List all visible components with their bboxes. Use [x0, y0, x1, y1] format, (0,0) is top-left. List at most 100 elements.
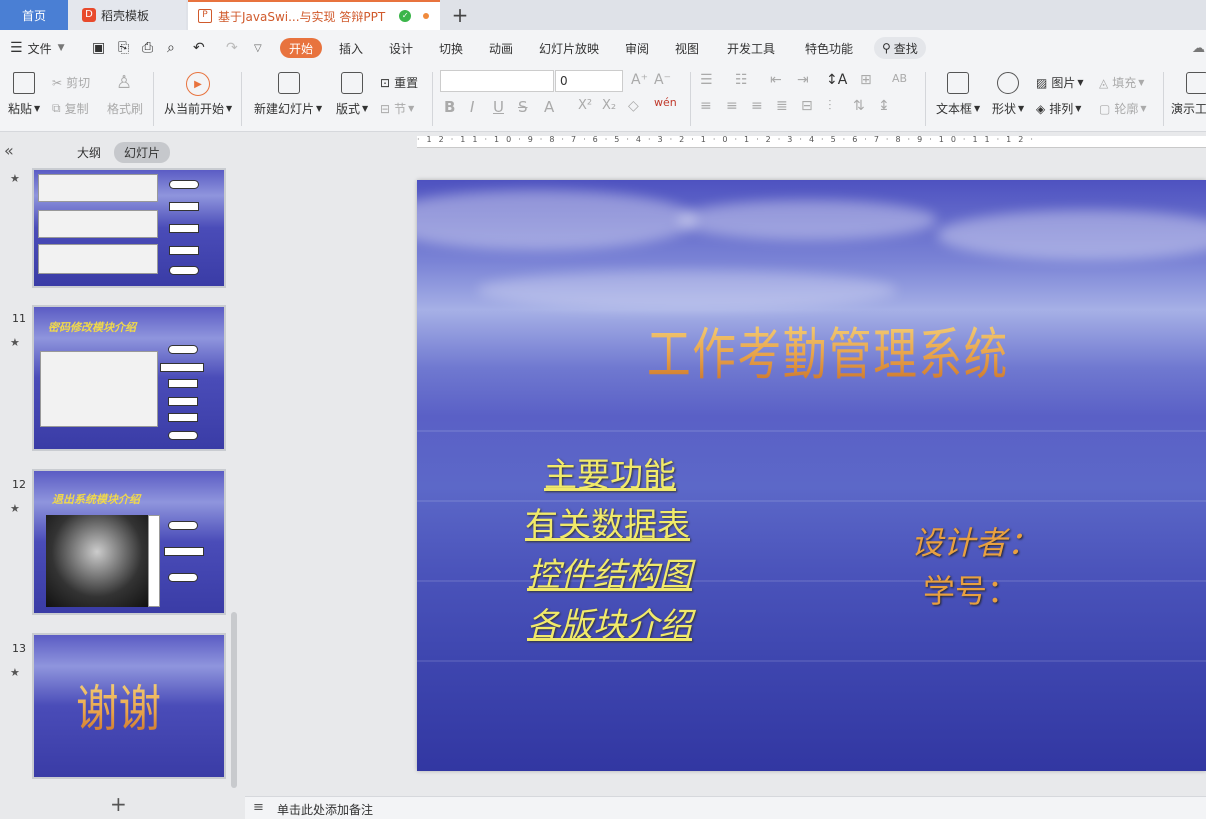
copy-icon: ⧉	[52, 101, 61, 115]
line-spacing-icon[interactable]: ⊞	[860, 72, 872, 88]
animation-star-icon: ★	[10, 666, 20, 679]
link-main-functions[interactable]: 主要功能	[544, 448, 676, 496]
menu-special[interactable]: 特色功能	[805, 30, 853, 66]
strikethrough-icon[interactable]: S	[518, 98, 528, 116]
align-left-icon[interactable]: ≡	[700, 98, 712, 114]
paragraph-spacing-icon[interactable]: ↨	[878, 98, 890, 114]
tab-document[interactable]: P 基于JavaSwi...与实现 答辩PPT ✓	[188, 0, 440, 30]
divider	[432, 72, 433, 126]
menu-transition[interactable]: 切换	[439, 30, 463, 66]
format-painter-button[interactable]: 格式刷	[107, 100, 143, 117]
tab-outline[interactable]: 大纲	[77, 144, 101, 161]
decrease-indent-icon[interactable]: ⇤	[770, 72, 782, 88]
designer-label[interactable]: 设计者：	[911, 518, 1039, 564]
tab-home[interactable]: 首页	[0, 0, 68, 30]
increase-font-icon[interactable]: A⁺	[631, 72, 648, 88]
bold-icon[interactable]: B	[444, 98, 455, 116]
font-color-icon[interactable]: A	[544, 98, 554, 116]
cut-button[interactable]: ✂ 剪切	[52, 74, 90, 91]
decrease-font-icon[interactable]: A⁻	[654, 72, 671, 88]
link-module-intro[interactable]: 各版块介绍	[527, 598, 692, 646]
fill-button[interactable]: ◬ 填充 ▼	[1099, 74, 1144, 91]
search-box[interactable]: ⚲ 查找	[874, 37, 926, 59]
notes-bar[interactable]: ≡ 单击此处添加备注	[245, 796, 1206, 819]
saved-check-icon: ✓	[399, 10, 412, 22]
italic-icon[interactable]: I	[470, 98, 474, 116]
menu-review[interactable]: 审阅	[625, 30, 649, 66]
clear-format-icon[interactable]: ◇	[628, 98, 639, 114]
text-direction-icon[interactable]: ↕A	[826, 72, 847, 88]
thumbnail-title: 密码修改模块介绍	[48, 321, 136, 334]
chevron-down-icon: ▼	[57, 43, 65, 53]
tab-daoke-templates[interactable]: D 稻壳模板	[68, 0, 186, 30]
copy-button[interactable]: ⧉ 复制	[52, 100, 89, 117]
current-slide[interactable]: 工作考勤管理系统 主要功能 有关数据表 控件结构图 各版块介绍 设计者： 学号：	[417, 180, 1206, 771]
menu-developer[interactable]: 开发工具	[727, 30, 775, 66]
divider	[1163, 72, 1164, 126]
phonetic-icon[interactable]: wén	[654, 96, 677, 109]
picture-button[interactable]: ▨ 图片 ▼	[1036, 74, 1084, 91]
panel-scrollbar[interactable]	[231, 612, 237, 788]
picture-icon: ▨	[1036, 75, 1048, 90]
increase-indent-icon[interactable]: ⇥	[797, 72, 809, 88]
export-icon[interactable]: ⎘	[118, 30, 129, 66]
redo-icon[interactable]: ↷	[226, 30, 238, 66]
align-center-icon[interactable]: ≡	[726, 98, 738, 114]
slide-thumbnail-11[interactable]: 密码修改模块介绍	[32, 305, 226, 451]
distribute-icon[interactable]: ⊟	[801, 98, 813, 114]
print-icon[interactable]: ⎙	[142, 30, 153, 66]
layout-button[interactable]: 版式 ▼	[336, 100, 368, 117]
cloud-icon[interactable]: ☁	[1192, 30, 1205, 66]
row-spacing-icon[interactable]: ⇅	[853, 98, 865, 114]
menu-start[interactable]: 开始	[280, 38, 323, 58]
shape-button[interactable]: 形状 ▼	[992, 100, 1024, 117]
link-control-structure[interactable]: 控件结构图	[527, 548, 692, 596]
notes-placeholder: 单击此处添加备注	[277, 803, 374, 817]
file-menu[interactable]: ☰ 文件 ▼	[10, 30, 65, 66]
cloud-decor	[417, 190, 697, 250]
presenter-button[interactable]: 演示工	[1171, 100, 1206, 117]
font-size-select[interactable]: 0	[555, 70, 623, 92]
subscript-icon[interactable]: X₂	[602, 98, 616, 113]
slide-thumbnail-10[interactable]	[32, 168, 226, 288]
column-icon[interactable]: ⫶	[828, 98, 832, 114]
save-icon[interactable]: ▣	[92, 30, 105, 66]
slide-thumbnail-13[interactable]: 谢谢	[32, 633, 226, 779]
new-tab-button[interactable]: +	[446, 0, 474, 30]
undo-icon[interactable]: ↶	[193, 30, 205, 66]
print-preview-icon[interactable]: ⌕	[167, 30, 175, 66]
paste-button[interactable]: 粘贴 ▼	[8, 100, 40, 117]
slide-title[interactable]: 工作考勤管理系统	[647, 310, 1009, 391]
slide-thumbnail-12[interactable]: 退出系统模块介绍	[32, 469, 226, 615]
slide-panel: « 大纲 幻灯片 ★ 11 ★ 密码修改模块介绍 12 ★ 退出系统模块介绍 1…	[0, 132, 244, 816]
justify-icon[interactable]: ≣	[776, 98, 788, 114]
animation-star-icon: ★	[10, 502, 20, 515]
add-slide-icon[interactable]: +	[110, 792, 127, 816]
menu-animation[interactable]: 动画	[489, 30, 513, 66]
arrange-button[interactable]: ◈ 排列 ▼	[1036, 100, 1081, 117]
link-data-tables[interactable]: 有关数据表	[525, 498, 690, 546]
underline-icon[interactable]: U	[493, 98, 504, 116]
tab-slides[interactable]: 幻灯片	[114, 142, 171, 163]
bullet-list-icon[interactable]: ☰	[700, 72, 713, 88]
menu-view[interactable]: 视图	[675, 30, 699, 66]
textbox-button[interactable]: 文本框 ▼	[936, 100, 980, 117]
reset-button[interactable]: ⊡ 重置	[380, 74, 418, 91]
play-from-current-button[interactable]: 从当前开始 ▼	[164, 100, 232, 117]
new-slide-button[interactable]: 新建幻灯片 ▼	[254, 100, 322, 117]
superscript-icon[interactable]: X²	[578, 98, 592, 113]
numbered-list-icon[interactable]: ☷	[735, 72, 748, 88]
align-right-icon[interactable]: ≡	[751, 98, 763, 114]
section-button[interactable]: ⊟ 节 ▼	[380, 100, 414, 117]
font-name-select[interactable]	[440, 70, 554, 92]
menu-design[interactable]: 设计	[389, 30, 413, 66]
wave-decor	[417, 660, 1206, 662]
collapse-panel-icon[interactable]: «	[4, 141, 14, 160]
outline-button[interactable]: ▢ 轮廓 ▼	[1099, 100, 1147, 117]
text-shape-icon[interactable]: AB	[892, 72, 907, 85]
menu-insert[interactable]: 插入	[339, 30, 363, 66]
menu-slideshow[interactable]: 幻灯片放映	[539, 30, 599, 66]
student-id-label[interactable]: 学号：	[923, 566, 1019, 612]
shape-icon	[997, 72, 1019, 94]
quick-access-dropdown-icon[interactable]: ▽	[254, 30, 262, 66]
